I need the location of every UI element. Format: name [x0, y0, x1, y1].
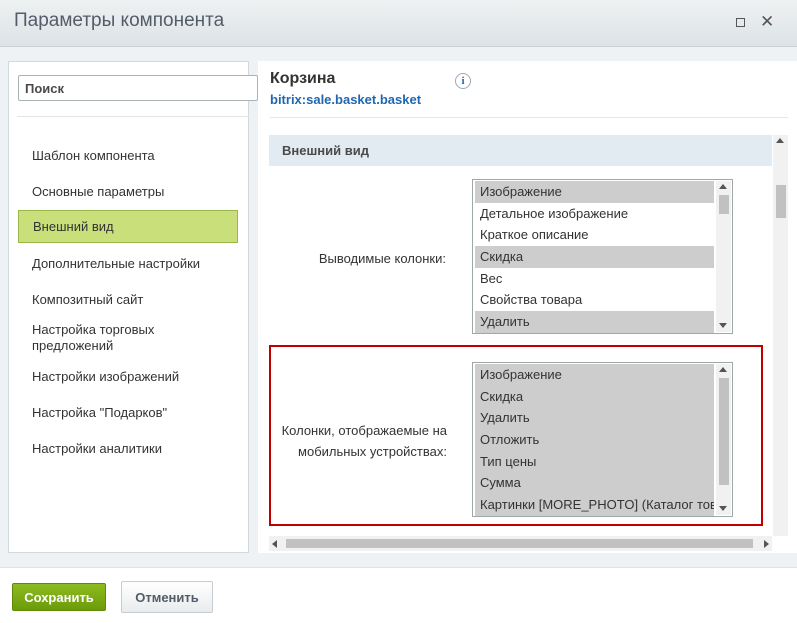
- sidebar-item-additional[interactable]: Дополнительные настройки: [18, 256, 238, 272]
- mobile-columns-select[interactable]: Изображение Скидка Удалить Отложить Тип цены…: [472, 362, 733, 517]
- mobile-columns-label: Колонки, отображаемые на мобильных устро…: [271, 420, 447, 462]
- scroll-right-icon[interactable]: [764, 540, 769, 548]
- list-option[interactable]: Отложить: [475, 429, 714, 451]
- list-option[interactable]: Изображение: [475, 181, 714, 203]
- list-option[interactable]: Удалить: [475, 407, 714, 430]
- list-option[interactable]: Удалить: [475, 311, 714, 333]
- list-option[interactable]: Детальное изображение: [475, 203, 714, 225]
- scroll-up-icon[interactable]: [719, 184, 727, 189]
- panel-vertical-scrollbar[interactable]: [773, 135, 788, 536]
- main-panel: Корзина bitrix:sale.basket.basket i Внеш…: [258, 61, 797, 553]
- sidebar-item-label: Настройка "Подарков": [32, 405, 168, 420]
- sidebar-item-gifts[interactable]: Настройка "Подарков": [18, 405, 238, 421]
- dialog-body: Шаблон компонента Основные параметры Вне…: [0, 47, 797, 567]
- scroll-thumb[interactable]: [719, 195, 729, 214]
- component-code: bitrix:sale.basket.basket: [270, 92, 422, 107]
- mobile-columns-label-line1: Колонки, отображаемые на: [281, 423, 447, 438]
- info-icon[interactable]: i: [455, 73, 471, 89]
- listbox-scrollbar[interactable]: [716, 364, 731, 515]
- sidebar-item-images[interactable]: Настройки изображений: [18, 369, 238, 385]
- list-option[interactable]: Картинки [MORE_PHOTO] (Каталог тов: [475, 494, 714, 516]
- columns-select[interactable]: Изображение Детальное изображение Краткое …: [472, 179, 733, 334]
- sidebar-divider: [17, 116, 249, 117]
- sidebar-item-composite[interactable]: Композитный сайт: [18, 292, 238, 308]
- list-option[interactable]: Тип цены: [475, 450, 714, 473]
- list-option[interactable]: Скидка: [475, 385, 714, 408]
- list-option[interactable]: Изображение: [475, 364, 714, 386]
- component-title: Корзина: [270, 70, 336, 87]
- sidebar-item-main-params[interactable]: Основные параметры: [18, 184, 238, 200]
- list-option[interactable]: Сумма: [475, 472, 714, 495]
- list-option[interactable]: Свойства товара: [475, 289, 714, 311]
- sidebar-item-label: Внешний вид: [33, 219, 114, 234]
- sidebar-item-label: Композитный сайт: [32, 292, 144, 307]
- scroll-left-icon[interactable]: [272, 540, 277, 548]
- scroll-down-icon[interactable]: [719, 506, 727, 511]
- scroll-thumb[interactable]: [776, 185, 786, 218]
- sidebar-item-label: Основные параметры: [32, 184, 165, 199]
- save-button[interactable]: Сохранить: [12, 583, 106, 611]
- sidebar-item-label: Настройки изображений: [32, 369, 180, 384]
- sidebar-item-label: Настройка торговых предложений: [32, 322, 155, 353]
- list-option[interactable]: Скидка: [475, 246, 714, 268]
- sidebar: Шаблон компонента Основные параметры Вне…: [8, 61, 258, 553]
- dialog-footer: Сохранить Отменить: [0, 567, 797, 623]
- dialog-title: Параметры компонента: [14, 10, 225, 31]
- dialog-titlebar: Параметры компонента ✕: [0, 0, 797, 47]
- cancel-button[interactable]: Отменить: [121, 581, 213, 613]
- sidebar-item-template[interactable]: Шаблон компонента: [18, 148, 238, 164]
- listbox-scrollbar[interactable]: [716, 181, 731, 332]
- scroll-up-icon[interactable]: [776, 138, 784, 143]
- sidebar-item-offers[interactable]: Настройка торговых предложений: [18, 322, 178, 354]
- search-input[interactable]: [18, 75, 258, 101]
- list-option[interactable]: Краткое описание: [475, 224, 714, 246]
- sidebar-item-label: Дополнительные настройки: [32, 256, 201, 271]
- columns-label: Выводимые колонки:: [318, 251, 446, 266]
- panel-horizontal-scrollbar[interactable]: [269, 536, 772, 551]
- sidebar-item-appearance[interactable]: Внешний вид: [18, 210, 238, 243]
- header-divider: [270, 117, 788, 118]
- scroll-thumb[interactable]: [719, 378, 729, 485]
- maximize-icon[interactable]: [736, 18, 745, 27]
- close-icon[interactable]: ✕: [760, 12, 774, 32]
- sidebar-item-label: Шаблон компонента: [32, 148, 155, 163]
- scroll-up-icon[interactable]: [719, 367, 727, 372]
- sidebar-item-analytics[interactable]: Настройки аналитики: [18, 441, 238, 457]
- scroll-thumb[interactable]: [286, 539, 753, 548]
- sidebar-item-label: Настройки аналитики: [32, 441, 163, 456]
- section-header: Внешний вид: [269, 135, 772, 166]
- scroll-down-icon[interactable]: [719, 323, 727, 328]
- mobile-columns-label-line2: мобильных устройствах:: [298, 444, 447, 459]
- list-option[interactable]: Вес: [475, 268, 714, 290]
